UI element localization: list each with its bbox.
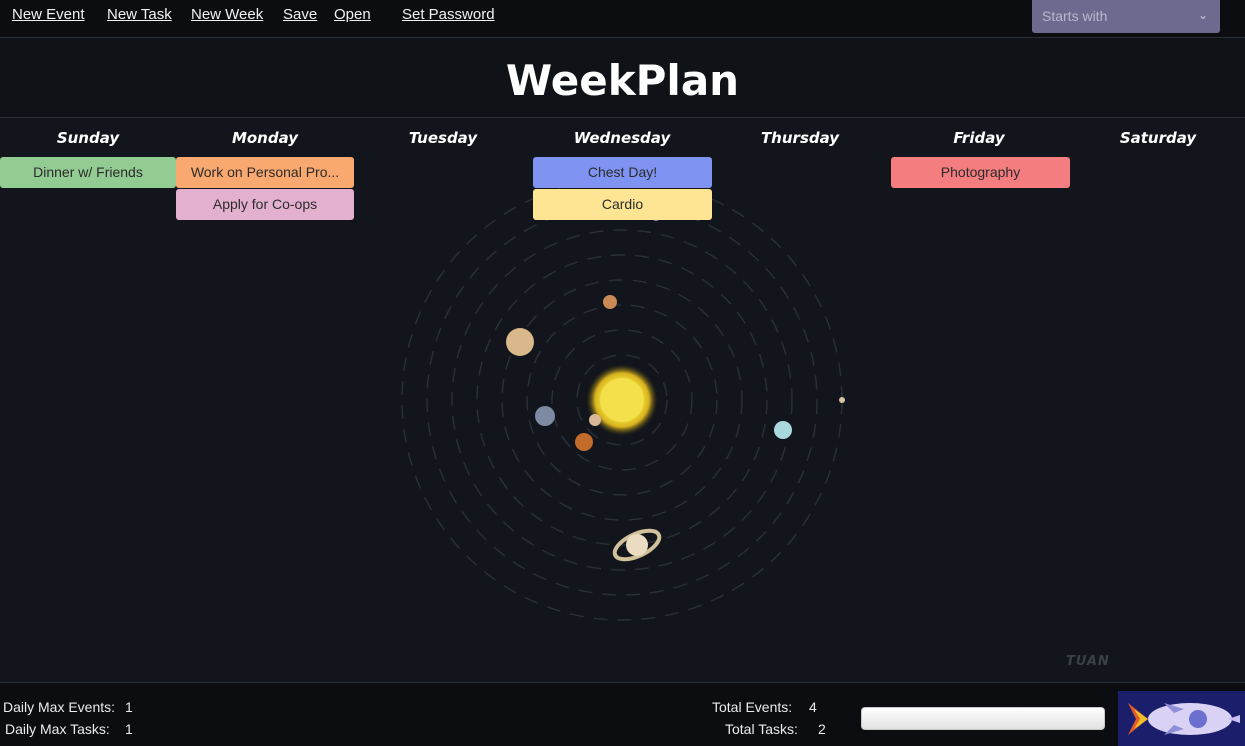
artist-signature-watermark: TUAN xyxy=(1066,654,1110,669)
filter-select-placeholder: Starts with xyxy=(1042,8,1108,24)
day-header-sunday: Sunday xyxy=(56,129,120,147)
task-card-coops[interactable]: Apply for Co-ops xyxy=(176,189,354,220)
total-tasks-label: Total Tasks: xyxy=(725,721,798,737)
event-card-dinner[interactable]: Dinner w/ Friends xyxy=(0,157,176,188)
day-header-monday: Monday xyxy=(231,129,299,147)
open-link[interactable]: Open xyxy=(334,6,371,23)
progress-bar xyxy=(861,707,1105,730)
total-events-label: Total Events: xyxy=(712,699,793,715)
event-card-chest-day[interactable]: Chest Day! xyxy=(533,157,712,188)
total-tasks-value: 2 xyxy=(818,721,826,737)
day-header-friday: Friday xyxy=(953,129,1005,147)
new-event-link[interactable]: New Event xyxy=(12,6,85,23)
chevron-down-icon: ⌄ xyxy=(1197,8,1208,22)
rocket-ship-icon xyxy=(1118,691,1245,746)
page-title: WeekPlan xyxy=(505,56,740,105)
daily-max-tasks-value: 1 xyxy=(125,721,133,737)
top-toolbar: New Event New Task New Week Save Open Se… xyxy=(0,0,1245,38)
save-link[interactable]: Save xyxy=(283,6,317,23)
set-password-link[interactable]: Set Password xyxy=(402,6,495,23)
footer-bar: Daily Max Events: 1 Daily Max Tasks: 1 T… xyxy=(0,682,1245,746)
title-bar: WeekPlan xyxy=(0,38,1245,118)
filter-select[interactable]: Starts with ⌄ xyxy=(1032,0,1220,33)
daily-max-events-value: 1 xyxy=(125,699,133,715)
event-card-photography[interactable]: Photography xyxy=(891,157,1070,188)
day-header-wednesday: Wednesday xyxy=(573,129,671,147)
weekplan-app: New Event New Task New Week Save Open Se… xyxy=(0,0,1245,746)
daily-max-events-label: Daily Max Events: xyxy=(3,699,116,715)
day-header-thursday: Thursday xyxy=(760,129,840,147)
new-task-link[interactable]: New Task xyxy=(107,6,172,23)
daily-max-tasks-label: Daily Max Tasks: xyxy=(5,721,110,737)
new-week-link[interactable]: New Week xyxy=(191,6,263,23)
event-card-personal-project[interactable]: Work on Personal Pro... xyxy=(176,157,354,188)
total-events-value: 4 xyxy=(809,699,817,715)
task-card-cardio[interactable]: Cardio xyxy=(533,189,712,220)
day-header-tuesday: Tuesday xyxy=(408,129,478,147)
day-header-saturday: Saturday xyxy=(1119,129,1197,147)
